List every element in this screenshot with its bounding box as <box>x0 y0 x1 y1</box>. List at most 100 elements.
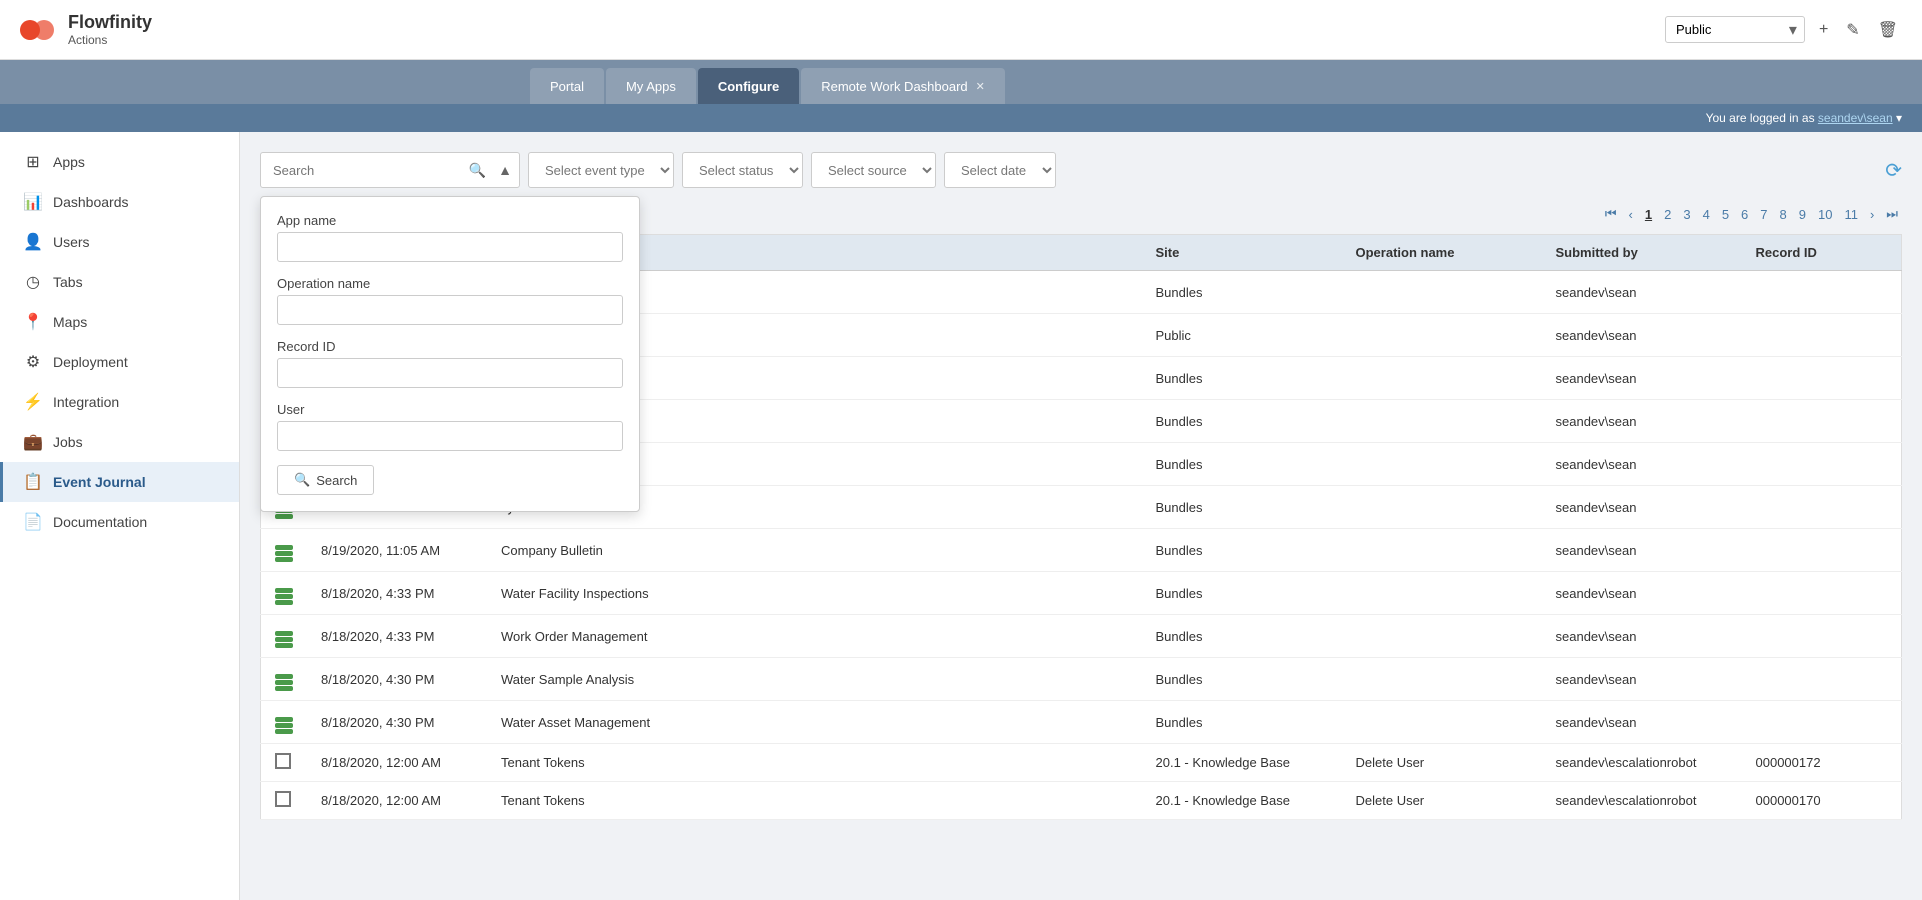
delete-button[interactable]: 🗑 <box>1874 16 1902 44</box>
sidebar-item-tabs[interactable]: ◷ Tabs <box>0 262 239 302</box>
page-prev-button[interactable]: ‹ <box>1625 205 1637 224</box>
source-select[interactable]: Select source <box>811 152 936 188</box>
operation-name-input[interactable] <box>277 295 623 325</box>
user-input[interactable] <box>277 421 623 451</box>
dropdown-search-label: Search <box>316 473 357 488</box>
col-header-site: Site <box>1142 235 1342 271</box>
workspace-select[interactable]: Public Private Shared <box>1665 16 1805 43</box>
row-site-cell: Bundles <box>1142 271 1342 314</box>
table-row[interactable]: 8/18/2020, 4:30 PM Water Sample Analysis… <box>261 658 1902 701</box>
page-6-button[interactable]: 6 <box>1737 205 1752 224</box>
row-icon-cell <box>261 529 308 572</box>
app-name-input[interactable] <box>277 232 623 262</box>
logo-text: Flowfinity Actions <box>68 12 152 47</box>
page-next-button[interactable]: › <box>1866 205 1878 224</box>
page-5-button[interactable]: 5 <box>1718 205 1733 224</box>
row-recordid-cell <box>1742 271 1902 314</box>
page-4-button[interactable]: 4 <box>1699 205 1714 224</box>
table-row[interactable]: 8/18/2020, 12:00 AM Tenant Tokens 20.1 -… <box>261 744 1902 782</box>
sidebar-item-apps[interactable]: ⊞ Apps <box>0 142 239 182</box>
sidebar-item-apps-label: Apps <box>53 154 85 170</box>
sidebar-item-users[interactable]: 👤 Users <box>0 222 239 262</box>
sidebar-item-dashboards[interactable]: 📊 Dashboards <box>0 182 239 222</box>
row-submittedby-cell: seandev\sean <box>1542 615 1742 658</box>
row-submittedby-cell: seandev\sean <box>1542 572 1742 615</box>
row-appname-cell: Water Asset Management <box>487 701 1142 744</box>
operation-name-field: Operation name <box>277 276 623 325</box>
tab-remote-work[interactable]: Remote Work Dashboard ✕ <box>801 68 1005 104</box>
sidebar-item-deployment-label: Deployment <box>53 354 128 370</box>
dropdown-search-icon: 🔍 <box>294 472 310 488</box>
row-site-cell: 20.1 - Knowledge Base <box>1142 782 1342 820</box>
row-opname-cell <box>1342 400 1542 443</box>
row-submittedby-cell: seandev\sean <box>1542 486 1742 529</box>
row-site-cell: Bundles <box>1142 486 1342 529</box>
search-button[interactable]: 🔍 <box>465 160 490 181</box>
row-site-cell: Bundles <box>1142 443 1342 486</box>
sidebar-item-integration[interactable]: ⚡ Integration <box>0 382 239 422</box>
search-expand-button[interactable]: ▲ <box>494 160 516 180</box>
page-7-button[interactable]: 7 <box>1756 205 1771 224</box>
header-right: Public Private Shared + ✎ 🗑 <box>1665 16 1902 44</box>
page-last-button[interactable]: ⏭ <box>1882 204 1902 224</box>
row-opname-cell <box>1342 486 1542 529</box>
logo-icon <box>20 14 60 46</box>
row-icon-cell <box>261 572 308 615</box>
sidebar-item-event-journal-label: Event Journal <box>53 474 146 490</box>
page-9-button[interactable]: 9 <box>1795 205 1810 224</box>
table-row[interactable]: 8/18/2020, 4:30 PM Water Asset Managemen… <box>261 701 1902 744</box>
edit-button[interactable]: ✎ <box>1842 16 1863 44</box>
refresh-button[interactable]: ⟳ <box>1885 158 1902 183</box>
tab-my-apps[interactable]: My Apps <box>606 68 696 104</box>
date-select[interactable]: Select date <box>944 152 1056 188</box>
documentation-icon: 📄 <box>23 512 43 532</box>
db-icon <box>275 588 293 605</box>
dropdown-search-button[interactable]: 🔍 Search <box>277 465 374 495</box>
users-icon: 👤 <box>23 232 43 252</box>
row-site-cell: Bundles <box>1142 357 1342 400</box>
sidebar-item-maps[interactable]: 📍 Maps <box>0 302 239 342</box>
table-row[interactable]: 8/18/2020, 4:33 PM Work Order Management… <box>261 615 1902 658</box>
sidebar-item-event-journal[interactable]: 📋 Event Journal <box>0 462 239 502</box>
row-site-cell: Bundles <box>1142 572 1342 615</box>
user-link[interactable]: seandev\sean <box>1818 111 1893 125</box>
page-first-button[interactable]: ⏮ <box>1601 204 1621 224</box>
table-row[interactable]: 8/19/2020, 11:05 AM Company Bulletin Bun… <box>261 529 1902 572</box>
row-submittedby-cell: seandev\sean <box>1542 529 1742 572</box>
page-8-button[interactable]: 8 <box>1776 205 1791 224</box>
row-date-cell: 8/18/2020, 4:30 PM <box>307 701 487 744</box>
add-button[interactable]: + <box>1815 17 1832 43</box>
app-name-field: App name <box>277 213 623 262</box>
record-id-field: Record ID <box>277 339 623 388</box>
row-site-cell: Bundles <box>1142 400 1342 443</box>
event-type-select[interactable]: Select event type <box>528 152 674 188</box>
page-3-button[interactable]: 3 <box>1679 205 1694 224</box>
close-tab-icon[interactable]: ✕ <box>976 80 985 93</box>
row-opname-cell <box>1342 357 1542 400</box>
db-icon <box>275 545 293 562</box>
record-id-input[interactable] <box>277 358 623 388</box>
page-1-button[interactable]: 1 <box>1641 205 1656 224</box>
event-journal-icon: 📋 <box>23 472 43 492</box>
square-icon <box>275 753 291 769</box>
sidebar-item-users-label: Users <box>53 234 90 250</box>
tab-portal[interactable]: Portal <box>530 68 604 104</box>
table-row[interactable]: 8/18/2020, 12:00 AM Tenant Tokens 20.1 -… <box>261 782 1902 820</box>
row-submittedby-cell: seandev\sean <box>1542 658 1742 701</box>
sidebar-item-documentation[interactable]: 📄 Documentation <box>0 502 239 542</box>
row-date-cell: 8/18/2020, 4:33 PM <box>307 572 487 615</box>
table-row[interactable]: 8/18/2020, 4:33 PM Water Facility Inspec… <box>261 572 1902 615</box>
page-10-button[interactable]: 10 <box>1814 205 1836 224</box>
row-recordid-cell: 000000170 <box>1742 782 1902 820</box>
sidebar-item-jobs[interactable]: 💼 Jobs <box>0 422 239 462</box>
logo: Flowfinity Actions <box>20 12 152 47</box>
row-recordid-cell: 000000172 <box>1742 744 1902 782</box>
status-select[interactable]: Select status <box>682 152 803 188</box>
sidebar-item-deployment[interactable]: ⚙ Deployment <box>0 342 239 382</box>
page-2-button[interactable]: 2 <box>1660 205 1675 224</box>
sidebar: ⊞ Apps 📊 Dashboards 👤 Users ◷ Tabs 📍 Map… <box>0 132 240 900</box>
tab-configure[interactable]: Configure <box>698 68 799 104</box>
row-recordid-cell <box>1742 658 1902 701</box>
page-11-button[interactable]: 11 <box>1840 205 1862 224</box>
row-opname-cell: Delete User <box>1342 744 1542 782</box>
